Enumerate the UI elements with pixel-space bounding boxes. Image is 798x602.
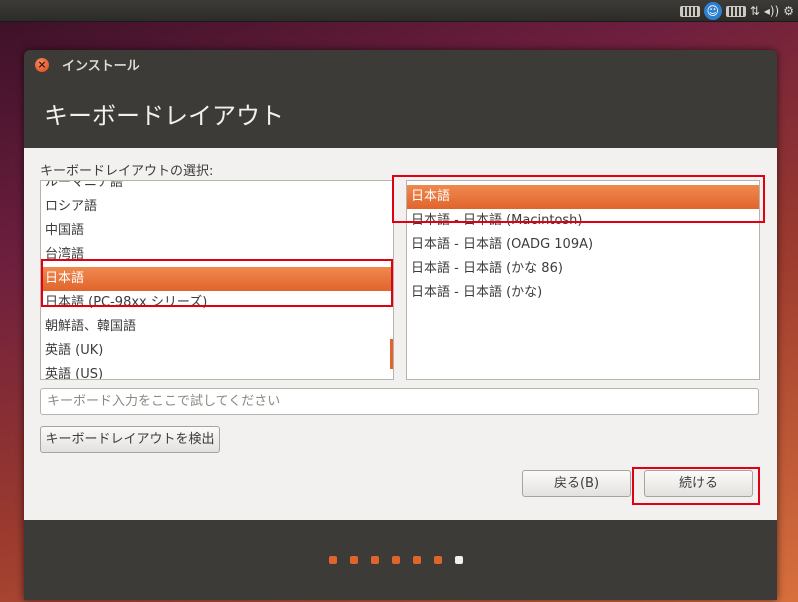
keyboard-layout-items: ルーマニア語 ロシア語 中国語 台湾語 日本語 日本語 (PC-98xx シリーズ) 朝鮮語… <box>41 181 393 379</box>
list-item[interactable]: 日本語 (PC-98xx シリーズ) <box>41 291 393 315</box>
accessibility-icon[interactable]: ☺ <box>703 2 722 20</box>
detect-layout-button[interactable]: キーボードレイアウトを検出 <box>40 426 220 453</box>
progress-footer <box>24 520 777 600</box>
close-icon[interactable]: × <box>35 58 49 72</box>
list-item[interactable]: 日本語 - 日本語 (Macintosh) <box>407 209 759 233</box>
list-item[interactable]: 朝鮮語、韓国語 <box>41 315 393 339</box>
list-item[interactable]: 英語 (UK) <box>41 339 393 363</box>
list-item[interactable]: ロシア語 <box>41 195 393 219</box>
content-area: キーボードレイアウトの選択: ルーマニア語 ロシア語 中国語 台湾語 日本語 日本語 (P… <box>24 148 777 520</box>
progress-dot <box>371 556 379 564</box>
progress-dot <box>455 556 463 564</box>
keyboard-layout-list[interactable]: ルーマニア語 ロシア語 中国語 台湾語 日本語 日本語 (PC-98xx シリーズ) 朝鮮語… <box>40 180 394 380</box>
list-item[interactable]: 日本語 - 日本語 (かな 86) <box>407 257 759 281</box>
progress-dot <box>434 556 442 564</box>
keyboard-variant-items: 日本語 日本語 - 日本語 (Macintosh) 日本語 - 日本語 (OADG … <box>407 185 759 305</box>
progress-dot <box>413 556 421 564</box>
keyboard-test-input[interactable] <box>40 388 759 415</box>
window-title: インストール <box>62 59 140 74</box>
progress-dot <box>392 556 400 564</box>
list-item[interactable]: 英語 (US) <box>41 363 393 379</box>
layout-selection-label: キーボードレイアウトの選択: <box>40 164 214 179</box>
progress-dot <box>329 556 337 564</box>
top-panel: ☺ ⇅ ◂)) ⚙ <box>0 0 798 22</box>
back-button[interactable]: 戻る(B) <box>522 470 631 497</box>
volume-icon[interactable]: ◂)) <box>764 2 779 20</box>
progress-dots <box>329 556 463 564</box>
network-icon[interactable]: ⇅ <box>750 2 760 20</box>
keyboard-icon[interactable] <box>725 2 746 20</box>
list-item[interactable]: 中国語 <box>41 219 393 243</box>
system-tray: ☺ ⇅ ◂)) ⚙ <box>679 2 794 20</box>
list-item[interactable]: 日本語 <box>41 267 393 291</box>
list-item[interactable]: ルーマニア語 <box>41 181 393 195</box>
keyboard-icon[interactable] <box>679 2 700 20</box>
layout-list-scrollbar[interactable] <box>390 339 393 369</box>
titlebar: × インストール <box>24 50 777 76</box>
installer-window: × インストール キーボードレイアウト キーボードレイアウトの選択: ルーマニア… <box>24 50 777 600</box>
progress-dot <box>350 556 358 564</box>
list-item[interactable]: 日本語 - 日本語 (OADG 109A) <box>407 233 759 257</box>
list-item[interactable]: 日本語 - 日本語 (かな) <box>407 281 759 305</box>
continue-button[interactable]: 続ける <box>644 470 753 497</box>
page-title: キーボードレイアウト <box>44 102 284 130</box>
gear-icon[interactable]: ⚙ <box>783 2 794 20</box>
list-item[interactable]: 日本語 <box>407 185 759 209</box>
list-item[interactable]: 台湾語 <box>41 243 393 267</box>
keyboard-variant-list[interactable]: 日本語 日本語 - 日本語 (Macintosh) 日本語 - 日本語 (OADG … <box>406 180 760 380</box>
